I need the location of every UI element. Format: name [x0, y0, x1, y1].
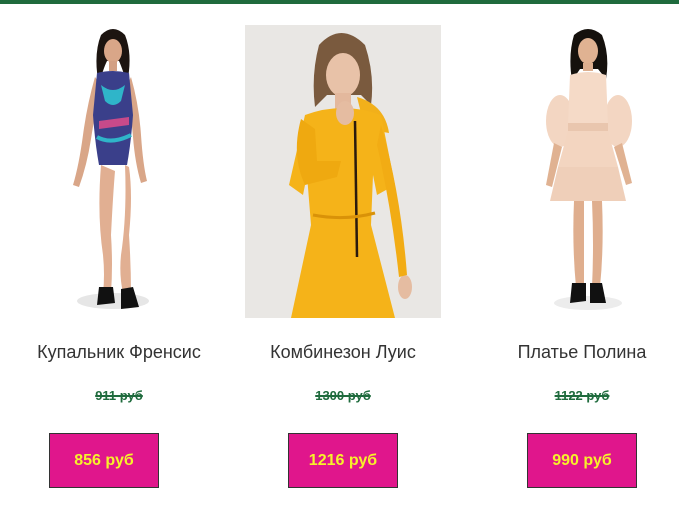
product-card-jumpsuit: Комбинезон Луис 1300 руб 1216 руб — [236, 0, 450, 523]
price-button[interactable]: 1216 руб — [288, 433, 398, 488]
product-card-swimsuit: Купальник Френсис 911 руб 856 руб — [12, 0, 226, 523]
product-name[interactable]: Платье Полина — [475, 342, 689, 363]
old-price: 911 руб — [95, 388, 143, 403]
product-photo-swimsuit[interactable] — [21, 25, 217, 318]
product-name[interactable]: Комбинезон Луис — [236, 342, 450, 363]
product-name[interactable]: Купальник Френсис — [12, 342, 226, 363]
product-photo-dress[interactable] — [484, 25, 680, 318]
old-price: 1300 руб — [315, 388, 371, 403]
product-photo-jumpsuit[interactable] — [245, 25, 441, 318]
price-button[interactable]: 856 руб — [49, 433, 159, 488]
old-price: 1122 руб — [554, 388, 610, 403]
product-card-dress: Платье Полина 1122 руб 990 руб — [475, 0, 689, 523]
price-button[interactable]: 990 руб — [527, 433, 637, 488]
